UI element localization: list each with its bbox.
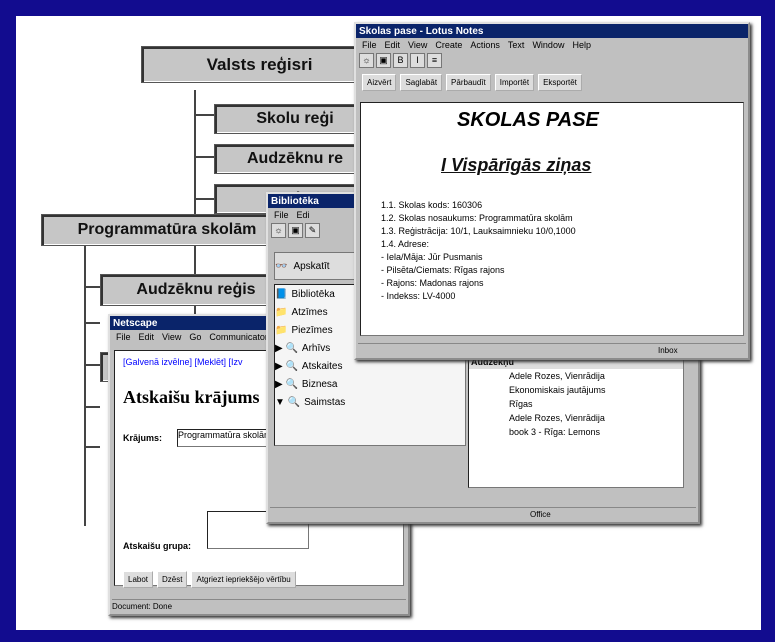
- library-status: Office: [270, 507, 696, 520]
- notes-lines: 1.1. Skolas kods: 160306 1.2. Skolas nosa…: [381, 200, 576, 301]
- import-button[interactable]: Importēt: [494, 74, 535, 91]
- result-item[interactable]: book 3 - Rīga: Lemons: [469, 425, 683, 439]
- crajums-field[interactable]: Programmatūra skolām: [177, 429, 275, 447]
- notes-toolbar: ☼ ▣ B I ≡: [356, 51, 748, 69]
- tree-saimstas[interactable]: ▼ 🔍 Saimstas: [275, 393, 465, 411]
- browser-menu-file[interactable]: File: [116, 332, 131, 342]
- notes-menu-file[interactable]: File: [362, 40, 377, 50]
- crajums-label: Krājums:: [123, 433, 163, 443]
- group-label: Atskaišu grupa:: [123, 541, 192, 551]
- diagram-programmatura: Programmatūra skolām: [41, 214, 293, 246]
- check-button[interactable]: Pārbaudīt: [446, 74, 491, 91]
- library-menu-file[interactable]: File: [274, 210, 289, 220]
- delete-button[interactable]: Dzēst: [157, 571, 188, 588]
- restore-button[interactable]: Atgriezt iepriekšējo vērtību: [191, 571, 296, 588]
- result-item[interactable]: Adele Rozes, Vienrādija: [469, 369, 683, 383]
- folder-icon[interactable]: ▣: [376, 52, 391, 68]
- notes-menu-help[interactable]: Help: [572, 40, 591, 50]
- save-button[interactable]: Saglabāt: [400, 74, 443, 91]
- notes-menu: File Edit View Create Actions Text Window Help: [356, 38, 748, 51]
- glasses-icon: 👓: [275, 260, 288, 272]
- close-button[interactable]: Aizvērt: [362, 74, 397, 91]
- notes-menu-actions[interactable]: Actions: [470, 40, 500, 50]
- sun-icon[interactable]: ☼: [359, 52, 374, 68]
- library-results: Audzēkņu Adele Rozes, Vienrādija Ekonomi…: [468, 354, 684, 488]
- notes-heading: SKOLAS PASE: [457, 109, 599, 131]
- browser-links[interactable]: [Galvenā izvēlne] [Meklēt] [Izv: [123, 357, 243, 367]
- diagram-audz: Audzēknu re: [214, 144, 376, 174]
- notes-action-bar: Aizvērt Saglabāt Pārbaudīt Importēt Eksp…: [362, 74, 582, 91]
- result-item[interactable]: Adele Rozes, Vienrādija: [469, 411, 683, 425]
- italic-icon[interactable]: I: [410, 52, 425, 68]
- diagram-valsts: Valsts reģisri: [141, 46, 378, 83]
- bold-icon[interactable]: B: [393, 52, 408, 68]
- align-icon[interactable]: ≡: [427, 52, 442, 68]
- notes-menu-view[interactable]: View: [408, 40, 427, 50]
- browser-heading: Atskaišu krājums: [123, 387, 260, 407]
- library-menu-edit[interactable]: Edi: [297, 210, 310, 220]
- notes-menu-window[interactable]: Window: [532, 40, 564, 50]
- notes-menu-text[interactable]: Text: [508, 40, 525, 50]
- pencil-icon[interactable]: ✎: [305, 222, 320, 238]
- notes-title: Skolas pase - Lotus Notes: [356, 24, 748, 38]
- notes-window: Skolas pase - Lotus Notes File Edit View Cr…: [354, 22, 750, 360]
- canvas: Valsts reģisri Skolu reģi Audzēknu re Sk…: [16, 16, 761, 630]
- edit-button[interactable]: Labot: [123, 571, 154, 588]
- diagram-skolu: Skolu reģi: [214, 104, 376, 134]
- notes-document: SKOLAS PASE I Vispārīgās ziņas 1.1. Skol…: [360, 102, 744, 336]
- sun-icon[interactable]: ☼: [271, 222, 286, 238]
- folder-icon[interactable]: ▣: [288, 222, 303, 238]
- browser-menu-communicator[interactable]: Communicator: [209, 332, 268, 342]
- result-item[interactable]: Ekonomiskais jautājums: [469, 383, 683, 397]
- browser-menu-go[interactable]: Go: [189, 332, 201, 342]
- result-item[interactable]: Rīgas: [469, 397, 683, 411]
- export-button[interactable]: Eksportēt: [538, 74, 582, 91]
- notes-menu-create[interactable]: Create: [435, 40, 462, 50]
- notes-status: Inbox: [358, 343, 746, 356]
- browser-menu-edit[interactable]: Edit: [139, 332, 155, 342]
- browser-menu-view[interactable]: View: [162, 332, 181, 342]
- notes-section: I Vispārīgās ziņas: [441, 155, 592, 175]
- diagram-audzeknu-regis: Audzēknu reģis: [100, 274, 292, 306]
- browser-status: Document: Done: [112, 599, 406, 612]
- tree-biznesa[interactable]: ▶ 🔍 Biznesa: [275, 375, 465, 393]
- notes-menu-edit[interactable]: Edit: [385, 40, 401, 50]
